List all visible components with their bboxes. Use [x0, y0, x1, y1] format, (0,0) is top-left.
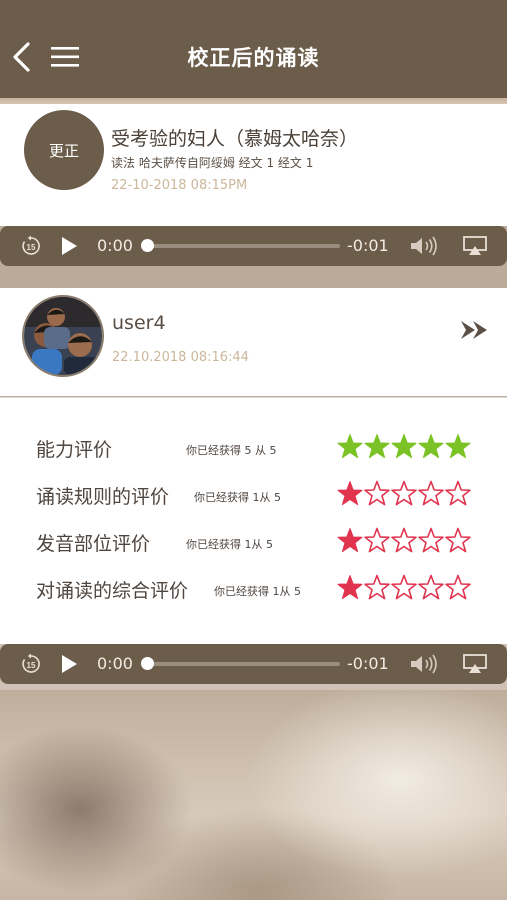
- volume-icon[interactable]: [410, 235, 440, 257]
- star-filled-icon: [337, 575, 363, 600]
- svg-text:15: 15: [27, 243, 36, 252]
- background-photo: [0, 690, 507, 900]
- user-name: user4: [112, 312, 166, 334]
- current-time: 0:00: [97, 236, 133, 255]
- progress-track[interactable]: [148, 244, 340, 248]
- rating-label: 诵读规则的评价: [36, 486, 170, 508]
- nav-bar: 校正后的诵读: [0, 0, 507, 98]
- progress-knob[interactable]: [141, 657, 154, 670]
- star-rating: [337, 479, 471, 509]
- rating-label: 能力评价: [36, 439, 113, 461]
- star-filled-icon: [337, 528, 363, 553]
- remaining-time: -0:01: [347, 654, 389, 673]
- star-outline-icon: [391, 574, 417, 600]
- play-icon[interactable]: [60, 654, 78, 674]
- star-rating: [337, 526, 471, 556]
- airplay-icon[interactable]: [463, 236, 487, 256]
- user-date: 22.10.2018 08:16:44: [112, 350, 249, 365]
- star-rating: [337, 432, 471, 462]
- audio-player-bottom: 15 0:00 -0:01: [0, 644, 507, 684]
- volume-icon[interactable]: [410, 653, 440, 675]
- replay-15-icon[interactable]: 15: [20, 235, 42, 257]
- progress-track[interactable]: [148, 662, 340, 666]
- play-icon[interactable]: [60, 236, 78, 256]
- recitation-title: 受考验的妇人（慕姆太哈奈）: [111, 128, 359, 150]
- rating-score-text: 你已经获得 1从 5: [186, 538, 273, 551]
- star-filled-icon: [418, 434, 444, 459]
- rating-label: 发音部位评价: [36, 533, 151, 555]
- replay-15-icon[interactable]: 15: [20, 653, 42, 675]
- svg-text:15: 15: [27, 661, 36, 670]
- rating-score-text: 你已经获得 5 从 5: [186, 444, 277, 457]
- double-chevron-right-icon[interactable]: [458, 318, 496, 342]
- page-title: 校正后的诵读: [187, 46, 320, 70]
- recitation-subtitle: 读法 哈夫萨传自阿绥姆 经文 1 经文 1: [111, 156, 314, 170]
- recitation-date: 22-10-2018 08:15PM: [111, 178, 248, 193]
- remaining-time: -0:01: [347, 236, 389, 255]
- star-filled-icon: [445, 434, 471, 459]
- star-outline-icon: [418, 527, 444, 553]
- star-outline-icon: [364, 527, 390, 553]
- current-time: 0:00: [97, 654, 133, 673]
- star-filled-icon: [337, 481, 363, 506]
- star-outline-icon: [445, 574, 471, 600]
- recitation-card: 更正 受考验的妇人（慕姆太哈奈） 读法 哈夫萨传自阿绥姆 经文 1 经文 1 2…: [0, 104, 507, 226]
- progress-knob[interactable]: [141, 239, 154, 252]
- rating-score-text: 你已经获得 1从 5: [214, 585, 301, 598]
- star-filled-icon: [391, 434, 417, 459]
- star-outline-icon: [364, 574, 390, 600]
- star-outline-icon: [445, 480, 471, 506]
- avatar: [22, 295, 104, 377]
- user-card: user4 22.10.2018 08:16:44: [0, 288, 507, 396]
- audio-player-top: 15 0:00 -0:01: [0, 226, 507, 266]
- rating-row-ability: 能力评价 你已经获得 5 从 5: [0, 428, 507, 468]
- star-outline-icon: [364, 480, 390, 506]
- corrected-badge: 更正: [24, 110, 104, 190]
- star-outline-icon: [418, 480, 444, 506]
- rating-label: 对诵读的综合评价: [36, 580, 189, 602]
- star-outline-icon: [391, 527, 417, 553]
- star-filled-icon: [337, 434, 363, 459]
- star-rating: [337, 573, 471, 603]
- airplay-icon[interactable]: [463, 654, 487, 674]
- star-filled-icon: [364, 434, 390, 459]
- rating-row-articulation: 发音部位评价 你已经获得 1从 5: [0, 522, 507, 562]
- rating-row-overall: 对诵读的综合评价 你已经获得 1从 5: [0, 569, 507, 609]
- rating-score-text: 你已经获得 1从 5: [194, 491, 281, 504]
- star-outline-icon: [445, 527, 471, 553]
- ratings-card: 能力评价 你已经获得 5 从 5 诵读规则的评价 你已经获得 1从 5 发音部位…: [0, 397, 507, 644]
- star-outline-icon: [418, 574, 444, 600]
- star-outline-icon: [391, 480, 417, 506]
- rating-row-rules: 诵读规则的评价 你已经获得 1从 5: [0, 475, 507, 515]
